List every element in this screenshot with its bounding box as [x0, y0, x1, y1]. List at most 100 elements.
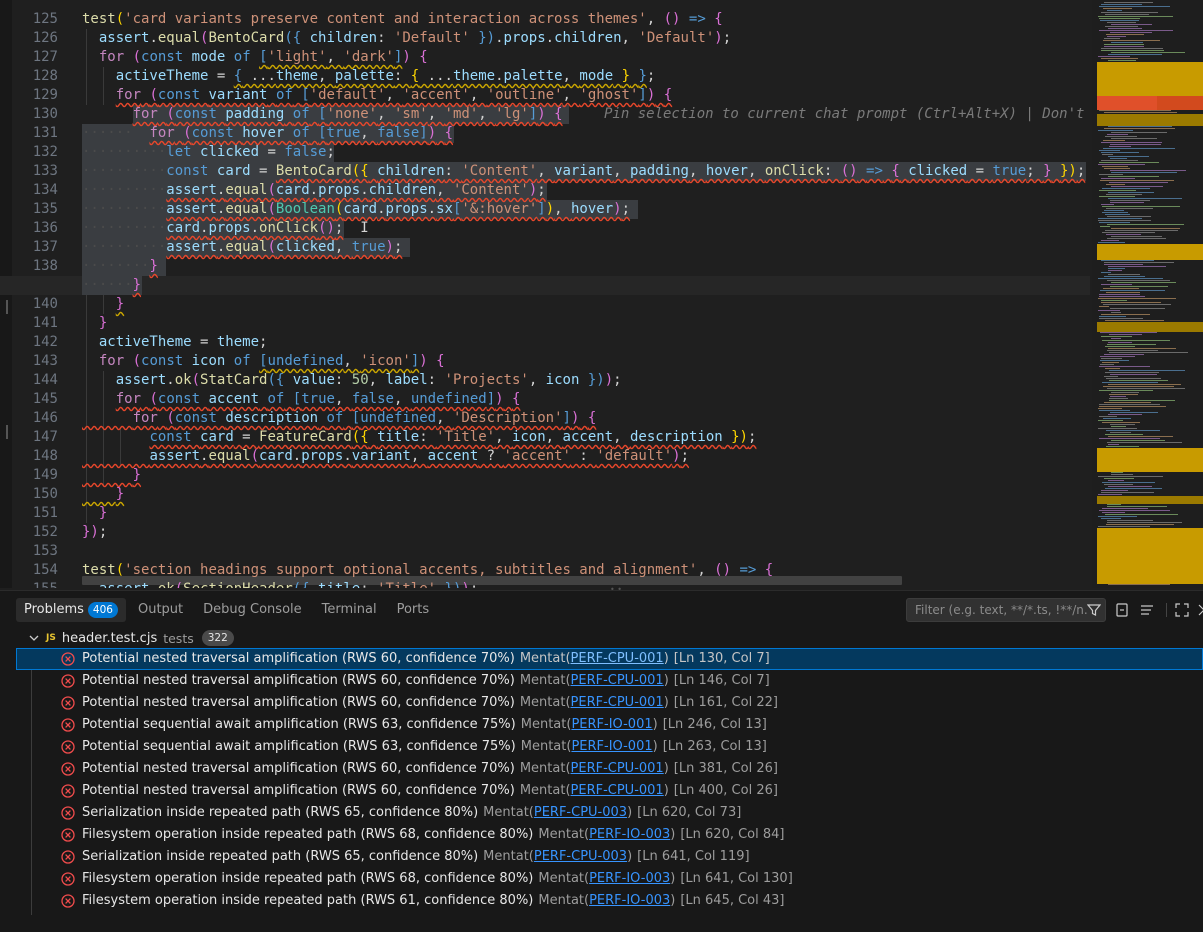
minimap-mark	[1111, 236, 1162, 237]
problem-rule-link[interactable]: PERF-IO-003	[589, 893, 670, 908]
tab-debug-console[interactable]: Debug Console	[195, 598, 310, 622]
problem-row[interactable]: Potential sequential await amplification…	[16, 736, 1203, 758]
code-line[interactable]: for (const icon of [undefined, 'icon']) …	[82, 352, 1092, 371]
code-line[interactable]: ··········assert.equal(Boolean(card.prop…	[82, 200, 1092, 219]
problem-row[interactable]: Potential nested traversal amplification…	[16, 758, 1203, 780]
minimap-mark	[1108, 176, 1159, 177]
line-number-gutter: 125 126 127 128 129 130 131 132 133 134 135 136 137 1…	[14, 10, 58, 588]
minimap-mark	[1101, 240, 1119, 241]
code-editor[interactable]: 125 126 127 128 129 130 131 132 133 134 135 136 137 1…	[0, 0, 1203, 588]
minimap-mark	[1102, 154, 1113, 155]
minimap-mark	[1109, 334, 1142, 335]
problems-filter[interactable]	[906, 598, 1106, 622]
problem-rule-link[interactable]: PERF-CPU-001	[571, 695, 664, 710]
code-line[interactable]: for (const variant of ['default', 'accen…	[82, 86, 1092, 105]
collapse-all-icon[interactable]	[1114, 602, 1130, 618]
minimap-mark	[1107, 216, 1151, 217]
problem-rule-link[interactable]: PERF-CPU-003	[534, 849, 627, 864]
problem-position: [Ln 246, Col 13]	[662, 717, 767, 732]
code-line[interactable]: }	[82, 485, 1092, 504]
code-line[interactable]: activeTheme = theme;	[82, 333, 1092, 352]
minimap-mark	[1105, 514, 1178, 515]
view-as-list-icon[interactable]	[1139, 602, 1155, 618]
code-line[interactable]: ··········const card = BentoCard({ child…	[82, 162, 1092, 181]
minimap-mark	[1102, 232, 1155, 233]
problem-row[interactable]: Filesystem operation inside repeated pat…	[16, 890, 1203, 912]
code-lines[interactable]: test('card variants preserve content and…	[0, 10, 1092, 588]
problem-rule-link[interactable]: PERF-IO-003	[589, 871, 670, 886]
code-line[interactable]: }	[82, 314, 1092, 333]
minimap-mark	[1099, 162, 1159, 163]
problem-rule-link[interactable]: PERF-IO-001	[571, 717, 652, 732]
code-line[interactable]: assert.equal(BentoCard({ children: 'Defa…	[82, 29, 1092, 48]
code-line[interactable]: test('card variants preserve content and…	[82, 10, 1092, 29]
minimap-mark	[1099, 110, 1171, 111]
problem-rule-link[interactable]: PERF-CPU-001	[571, 673, 664, 688]
code-line[interactable]: ··········card.props.onClick(); I	[82, 219, 1092, 238]
problem-row[interactable]: Filesystem operation inside repeated pat…	[16, 824, 1203, 846]
minimap-mark	[1111, 440, 1165, 441]
error-icon	[61, 696, 75, 710]
code-line[interactable]: const card = FeatureCard({ title: 'Title…	[82, 428, 1092, 447]
bottom-panel: Problems 406 Output Debug Console Termin…	[0, 590, 1203, 932]
tab-output[interactable]: Output	[130, 598, 191, 622]
minimap-mark	[1100, 360, 1129, 361]
maximize-panel-icon[interactable]	[1174, 602, 1190, 618]
code-line-current[interactable]: ······}	[0, 276, 1092, 295]
minimap-mark	[1101, 178, 1135, 179]
code-line[interactable]: ········}	[82, 257, 1092, 276]
code-line[interactable]: for (const padding of ['none', 'sm', 'md…	[82, 105, 1092, 124]
problem-rule-link[interactable]: PERF-IO-003	[589, 827, 670, 842]
minimap-mark	[1110, 308, 1165, 309]
code-line[interactable]: }	[82, 466, 1092, 485]
tab-problems[interactable]: Problems 406	[16, 598, 126, 622]
code-line[interactable]: ······ for (const hover of [true, false]…	[82, 124, 1092, 143]
problem-rule-link[interactable]: PERF-CPU-003	[534, 805, 627, 820]
code-line[interactable]: });	[82, 523, 1092, 542]
problem-rule-link[interactable]: PERF-CPU-001	[571, 783, 664, 798]
problem-rule-link[interactable]: PERF-IO-001	[571, 739, 652, 754]
code-line[interactable]: ··········assert.equal(clicked, true);	[82, 238, 1092, 257]
chevron-down-icon[interactable]	[28, 632, 40, 644]
problem-row[interactable]: Serialization inside repeated path (RWS …	[16, 802, 1203, 824]
filter-funnel-icon[interactable]	[1087, 603, 1101, 617]
minimap[interactable]	[1092, 0, 1203, 588]
problem-row[interactable]: Serialization inside repeated path (RWS …	[16, 846, 1203, 868]
problem-rule-link[interactable]: PERF-CPU-001	[571, 651, 664, 666]
minimap-mark	[1097, 528, 1203, 584]
code-line[interactable]: activeTheme = { ...theme, palette: { ...…	[82, 67, 1092, 86]
minimap-mark	[1098, 16, 1173, 17]
close-panel-icon[interactable]	[1196, 602, 1203, 618]
code-line[interactable]: for (const accent of [true, false, undef…	[82, 390, 1092, 409]
minimap-mark	[1101, 492, 1154, 493]
problems-filter-input[interactable]	[915, 603, 1087, 617]
minimap-mark	[1099, 316, 1126, 317]
code-line[interactable]	[82, 542, 1092, 561]
minimap-mark	[1104, 112, 1177, 113]
code-line[interactable]: assert.equal(card.props.variant, accent …	[82, 447, 1092, 466]
code-line[interactable]: }	[82, 504, 1092, 523]
problem-rule-link[interactable]: PERF-CPU-001	[571, 761, 664, 776]
problem-row[interactable]: Potential nested traversal amplification…	[16, 692, 1203, 714]
tab-ports[interactable]: Ports	[389, 598, 438, 622]
code-line[interactable]: ··········assert.equal(card.props.childr…	[82, 181, 1092, 200]
problem-row[interactable]: Potential nested traversal amplification…	[16, 670, 1203, 692]
code-line[interactable]: for (const description of [undefined, 'D…	[82, 409, 1092, 428]
code-line[interactable]: test('section headings support optional …	[82, 561, 1092, 580]
minimap-mark	[1107, 522, 1182, 523]
line-number: 145	[32, 391, 58, 407]
minimap-mark	[1107, 344, 1156, 345]
minimap-mark	[1103, 304, 1171, 305]
code-line[interactable]: assert.ok(StatCard({ value: 50, label: '…	[82, 371, 1092, 390]
problems-file-group[interactable]: JS header.test.cjs tests 322	[28, 627, 234, 649]
code-line[interactable]: for (const mode of ['light', 'dark']) {	[82, 48, 1092, 67]
code-line[interactable]: ··········let clicked = false;	[82, 143, 1092, 162]
tab-terminal[interactable]: Terminal	[314, 598, 385, 622]
code-line[interactable]: }	[82, 295, 1092, 314]
problem-row[interactable]: Filesystem operation inside repeated pat…	[16, 868, 1203, 890]
problem-row[interactable]: Potential nested traversal amplification…	[16, 648, 1203, 670]
problem-source: Mentat(PERF-CPU-001)	[519, 695, 669, 710]
minimap-mark	[1101, 284, 1132, 285]
problem-row[interactable]: Potential sequential await amplification…	[16, 714, 1203, 736]
problem-row[interactable]: Potential nested traversal amplification…	[16, 780, 1203, 802]
